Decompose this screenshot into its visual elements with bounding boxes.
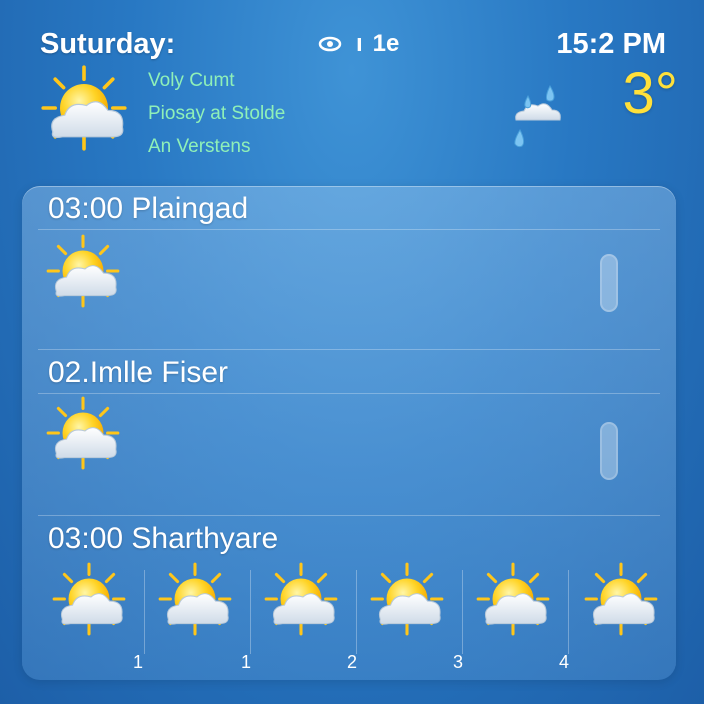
detail-line: Voly Cumt [148,70,235,91]
status-area: ı 1е [318,30,399,58]
status-glyph: ı [356,30,363,57]
hourly-section: 02.Imlle Fiser [22,352,676,516]
partly-sunny-icon [370,562,444,636]
temperature: 3° [622,61,678,126]
drag-handle[interactable] [600,422,618,480]
divider [568,570,569,654]
hourly-section: 03:00 Plaingad [22,186,676,352]
divider [38,515,660,516]
section-title: 03:00 Plaingad [48,192,249,225]
forecast-cell[interactable] [570,556,676,672]
section-title: 03:00 Sharthyare [48,522,279,555]
rain-cloud-icon [514,84,561,148]
clock: 15:2 PM [556,28,666,60]
forecast-cell[interactable]: 2 [250,556,357,672]
detail-line: Piosay at Stolde [148,103,286,124]
partly-sunny-icon [158,562,232,636]
divider [38,229,660,230]
forecast-cell[interactable]: 1 [38,556,144,672]
partly-sunny-icon [476,562,550,636]
partly-sunny-icon [52,562,126,636]
header: Suturday: ı 1е 15:2 PM Voly Cumt Piosay … [0,0,704,180]
section-title: 02.Imlle Fiser [48,356,229,389]
daily-forecast-row: 1 1 2 3 4 [38,556,670,674]
partly-sunny-icon [264,562,338,636]
partly-sunny-icon [584,562,658,636]
divider [38,349,660,350]
partly-sunny-icon [46,234,120,308]
forecast-cell[interactable]: 1 [144,556,251,672]
partly-sunny-icon [41,65,127,151]
forecast-cell[interactable]: 4 [462,556,569,672]
weather-details: Voly Cumt Piosay at Stolde An Verstens [148,68,285,167]
status-text: 1е [372,30,400,57]
divider [38,393,660,394]
detail-line: An Verstens [148,136,251,157]
eye-icon [318,36,342,52]
forecast-panel: 03:00 Plaingad 02.Imlle Fiser 03:00 Shar… [22,186,676,680]
drag-handle[interactable] [600,254,618,312]
day-label: Suturday: [40,28,176,60]
partly-sunny-icon [46,396,120,470]
forecast-cell[interactable]: 3 [356,556,463,672]
